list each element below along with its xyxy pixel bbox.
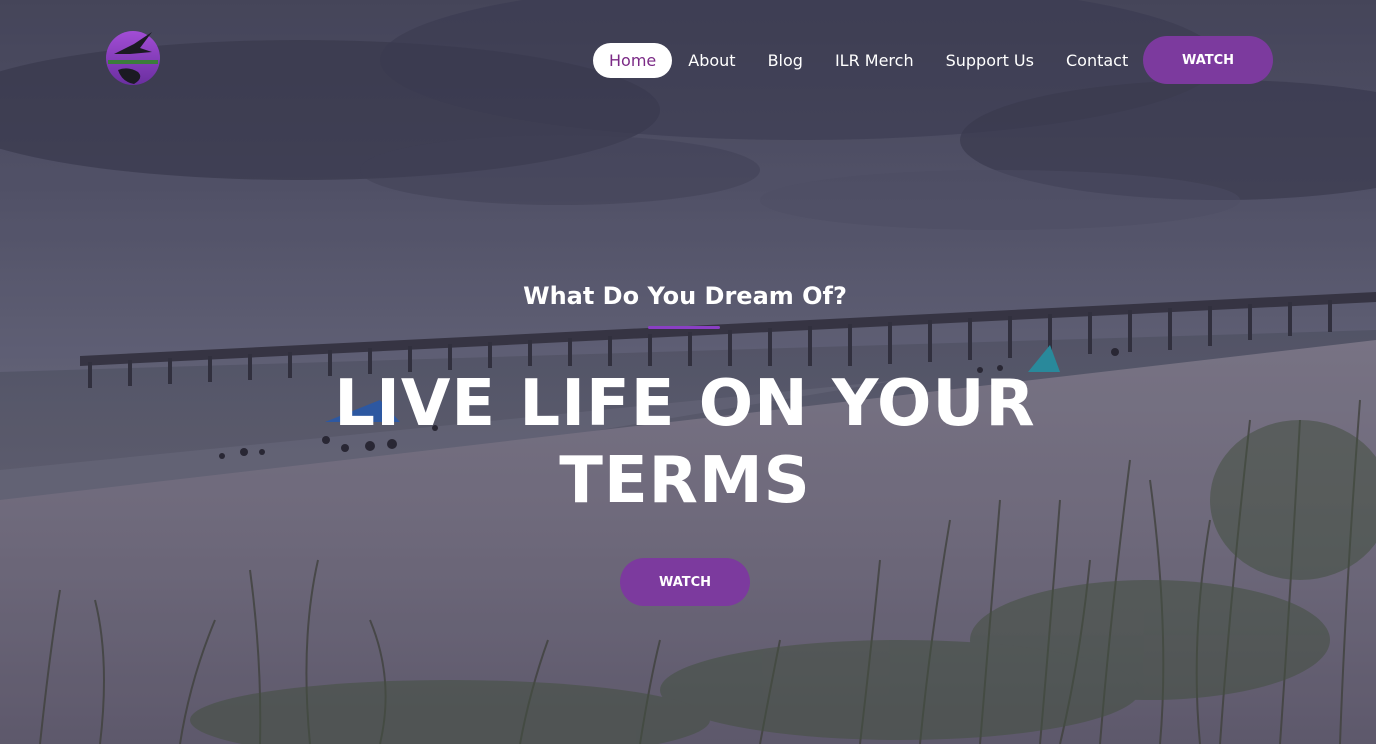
bird-globe-logo[interactable] — [104, 26, 162, 86]
hero-section: Home About Blog ILR Merch Support Us Con… — [0, 0, 1376, 744]
hero-watch-button[interactable]: WATCH — [620, 558, 750, 606]
nav-item-about[interactable]: About — [672, 43, 751, 78]
header-watch-button[interactable]: WATCH — [1143, 36, 1273, 84]
nav-item-ilr-merch[interactable]: ILR Merch — [819, 43, 930, 78]
logo-icon — [106, 31, 160, 85]
nav-item-blog[interactable]: Blog — [752, 43, 819, 78]
nav-item-contact[interactable]: Contact — [1050, 43, 1144, 78]
nav-item-home[interactable]: Home — [593, 42, 673, 78]
hero-title: LIVE LIFE ON YOUR TERMS — [0, 366, 1370, 520]
main-nav: Home About Blog ILR Merch Support Us Con… — [593, 42, 1144, 78]
hero-title-line-1: LIVE LIFE ON YOUR — [334, 367, 1036, 441]
hero-subtitle: What Do You Dream Of? — [523, 282, 847, 310]
subtitle-underline — [648, 326, 720, 329]
hero-title-line-2: TERMS — [559, 444, 811, 518]
nav-item-support-us[interactable]: Support Us — [930, 43, 1050, 78]
